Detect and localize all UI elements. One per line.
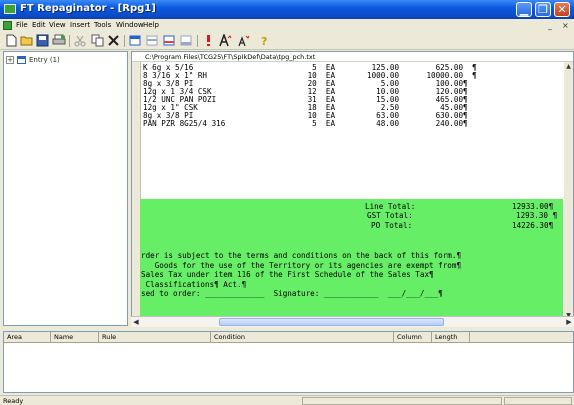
cut-icon <box>74 35 86 47</box>
page-next-button[interactable] <box>162 34 176 47</box>
menu-bar: File Edit View Insert Tools Window Help … <box>0 19 574 32</box>
document-path: C:\Program Files\TCG25\FT\SpIkDef\Data\t… <box>132 52 573 62</box>
close-icon: ✕ <box>557 3 567 16</box>
menu-tools[interactable]: Tools <box>94 21 111 30</box>
entry-tree[interactable]: + Entry (1) <box>3 51 128 326</box>
copy-button[interactable] <box>91 34 105 47</box>
column-header-rule[interactable]: Rule <box>99 332 211 343</box>
app-icon <box>4 4 16 14</box>
document-view[interactable]: C:\Program Files\TCG25\FT\SpIkDef\Data\t… <box>131 51 574 326</box>
rules-grid[interactable]: Area Name Rule Condition Column Length <box>3 331 574 393</box>
font-small-icon <box>238 35 250 47</box>
total-value: 1293.30 ¶ <box>516 211 558 220</box>
horizontal-scrollbar[interactable]: ◀ ▶ <box>131 316 574 327</box>
page-prev-icon <box>146 35 158 46</box>
font-decrease-button[interactable] <box>236 34 250 47</box>
exclamation-icon <box>207 35 210 46</box>
minimize-icon: ▁ <box>519 3 529 16</box>
mdi-close-button[interactable]: × <box>562 21 569 30</box>
menu-file[interactable]: File <box>16 21 28 30</box>
footer-line: Goods for the use of the Territory or it… <box>141 261 462 270</box>
menu-help[interactable]: Help <box>143 21 159 30</box>
maximize-button[interactable]: ❐ <box>535 2 551 17</box>
total-value: 14226.30¶ <box>512 221 554 230</box>
svg-text:?: ? <box>261 35 267 47</box>
column-header-condition[interactable]: Condition <box>211 332 394 343</box>
print-icon <box>52 34 66 45</box>
total-label: PO Total: <box>371 221 413 230</box>
menu-edit[interactable]: Edit <box>32 21 46 30</box>
new-file-icon <box>6 34 17 47</box>
tree-node-label: Entry (1) <box>29 56 60 64</box>
scroll-up-icon[interactable]: ▲ <box>564 62 573 71</box>
status-text: Ready <box>3 397 24 405</box>
footer-line: Classifications¶ Act.¶ <box>141 280 247 289</box>
copy-icon <box>91 34 104 47</box>
vertical-scrollbar[interactable]: ▲ ▼ <box>564 62 573 320</box>
scroll-thumb[interactable] <box>219 318 444 326</box>
total-value: 12933.00¶ <box>512 202 554 211</box>
status-bar: Ready <box>0 395 574 405</box>
menu-view[interactable]: View <box>49 21 66 30</box>
font-large-icon <box>219 32 232 47</box>
menu-insert[interactable]: Insert <box>70 21 90 30</box>
toolbar-separator <box>124 35 125 47</box>
column-header-column[interactable]: Column <box>394 332 432 343</box>
grid-header: Area Name Rule Condition Column Length <box>4 332 573 343</box>
cut-button[interactable] <box>73 34 87 47</box>
toolbar-separator <box>69 35 70 47</box>
page-first-icon <box>129 35 141 46</box>
column-header-name[interactable]: Name <box>51 332 99 343</box>
status-panel <box>504 397 572 405</box>
maximize-icon: ❐ <box>538 3 548 16</box>
open-folder-icon <box>20 36 33 46</box>
help-button[interactable]: ? <box>257 34 271 48</box>
delete-icon <box>108 35 119 46</box>
page-first-button[interactable] <box>128 34 142 47</box>
new-file-button[interactable] <box>4 34 18 47</box>
column-header-area[interactable]: Area <box>4 332 51 343</box>
minimize-button[interactable]: ▁ <box>516 2 532 17</box>
scroll-right-icon[interactable]: ▶ <box>564 317 574 327</box>
expand-icon[interactable]: + <box>6 56 14 64</box>
footer-line: sed to order: _____________ Signature: _… <box>141 289 443 298</box>
total-label: Line Total: <box>365 202 416 211</box>
status-panel <box>302 397 502 405</box>
font-increase-button[interactable] <box>218 32 232 47</box>
page-last-icon <box>180 35 192 46</box>
document-icon[interactable] <box>3 21 12 30</box>
page-last-button[interactable] <box>179 34 193 47</box>
menu-window[interactable]: Window <box>116 21 144 30</box>
footer-line: rder is subject to the terms and conditi… <box>141 251 462 260</box>
open-button[interactable] <box>20 34 34 47</box>
title-bar: FT Repaginator - [Rpg1] ▁ ❐ ✕ <box>0 0 574 19</box>
scroll-left-icon[interactable]: ◀ <box>131 317 141 327</box>
save-button[interactable] <box>36 34 50 47</box>
page-next-icon <box>163 35 175 46</box>
total-label: GST Total: <box>367 211 413 220</box>
exclamation-button[interactable] <box>201 34 215 47</box>
window-title: FT Repaginator - [Rpg1] <box>20 3 156 14</box>
footer-line: Sales Tax under item 116 of the First Sc… <box>141 270 434 279</box>
save-icon <box>36 34 49 47</box>
help-icon: ? <box>261 35 267 48</box>
close-button[interactable]: ✕ <box>554 2 570 17</box>
tree-node-entry[interactable]: + Entry (1) <box>6 55 116 66</box>
print-button[interactable] <box>52 34 66 47</box>
column-header-length[interactable]: Length <box>432 332 470 343</box>
page-prev-button[interactable] <box>145 34 159 47</box>
toolbar: ? <box>0 32 574 50</box>
toolbar-separator <box>197 35 198 47</box>
entry-node-icon <box>17 56 26 64</box>
delete-button[interactable] <box>107 34 121 47</box>
mdi-minimize-button[interactable]: _ <box>548 21 552 30</box>
item-line: PAN PZR 8G25/4 316 5 EA 48.00 240.00¶ <box>143 119 468 128</box>
